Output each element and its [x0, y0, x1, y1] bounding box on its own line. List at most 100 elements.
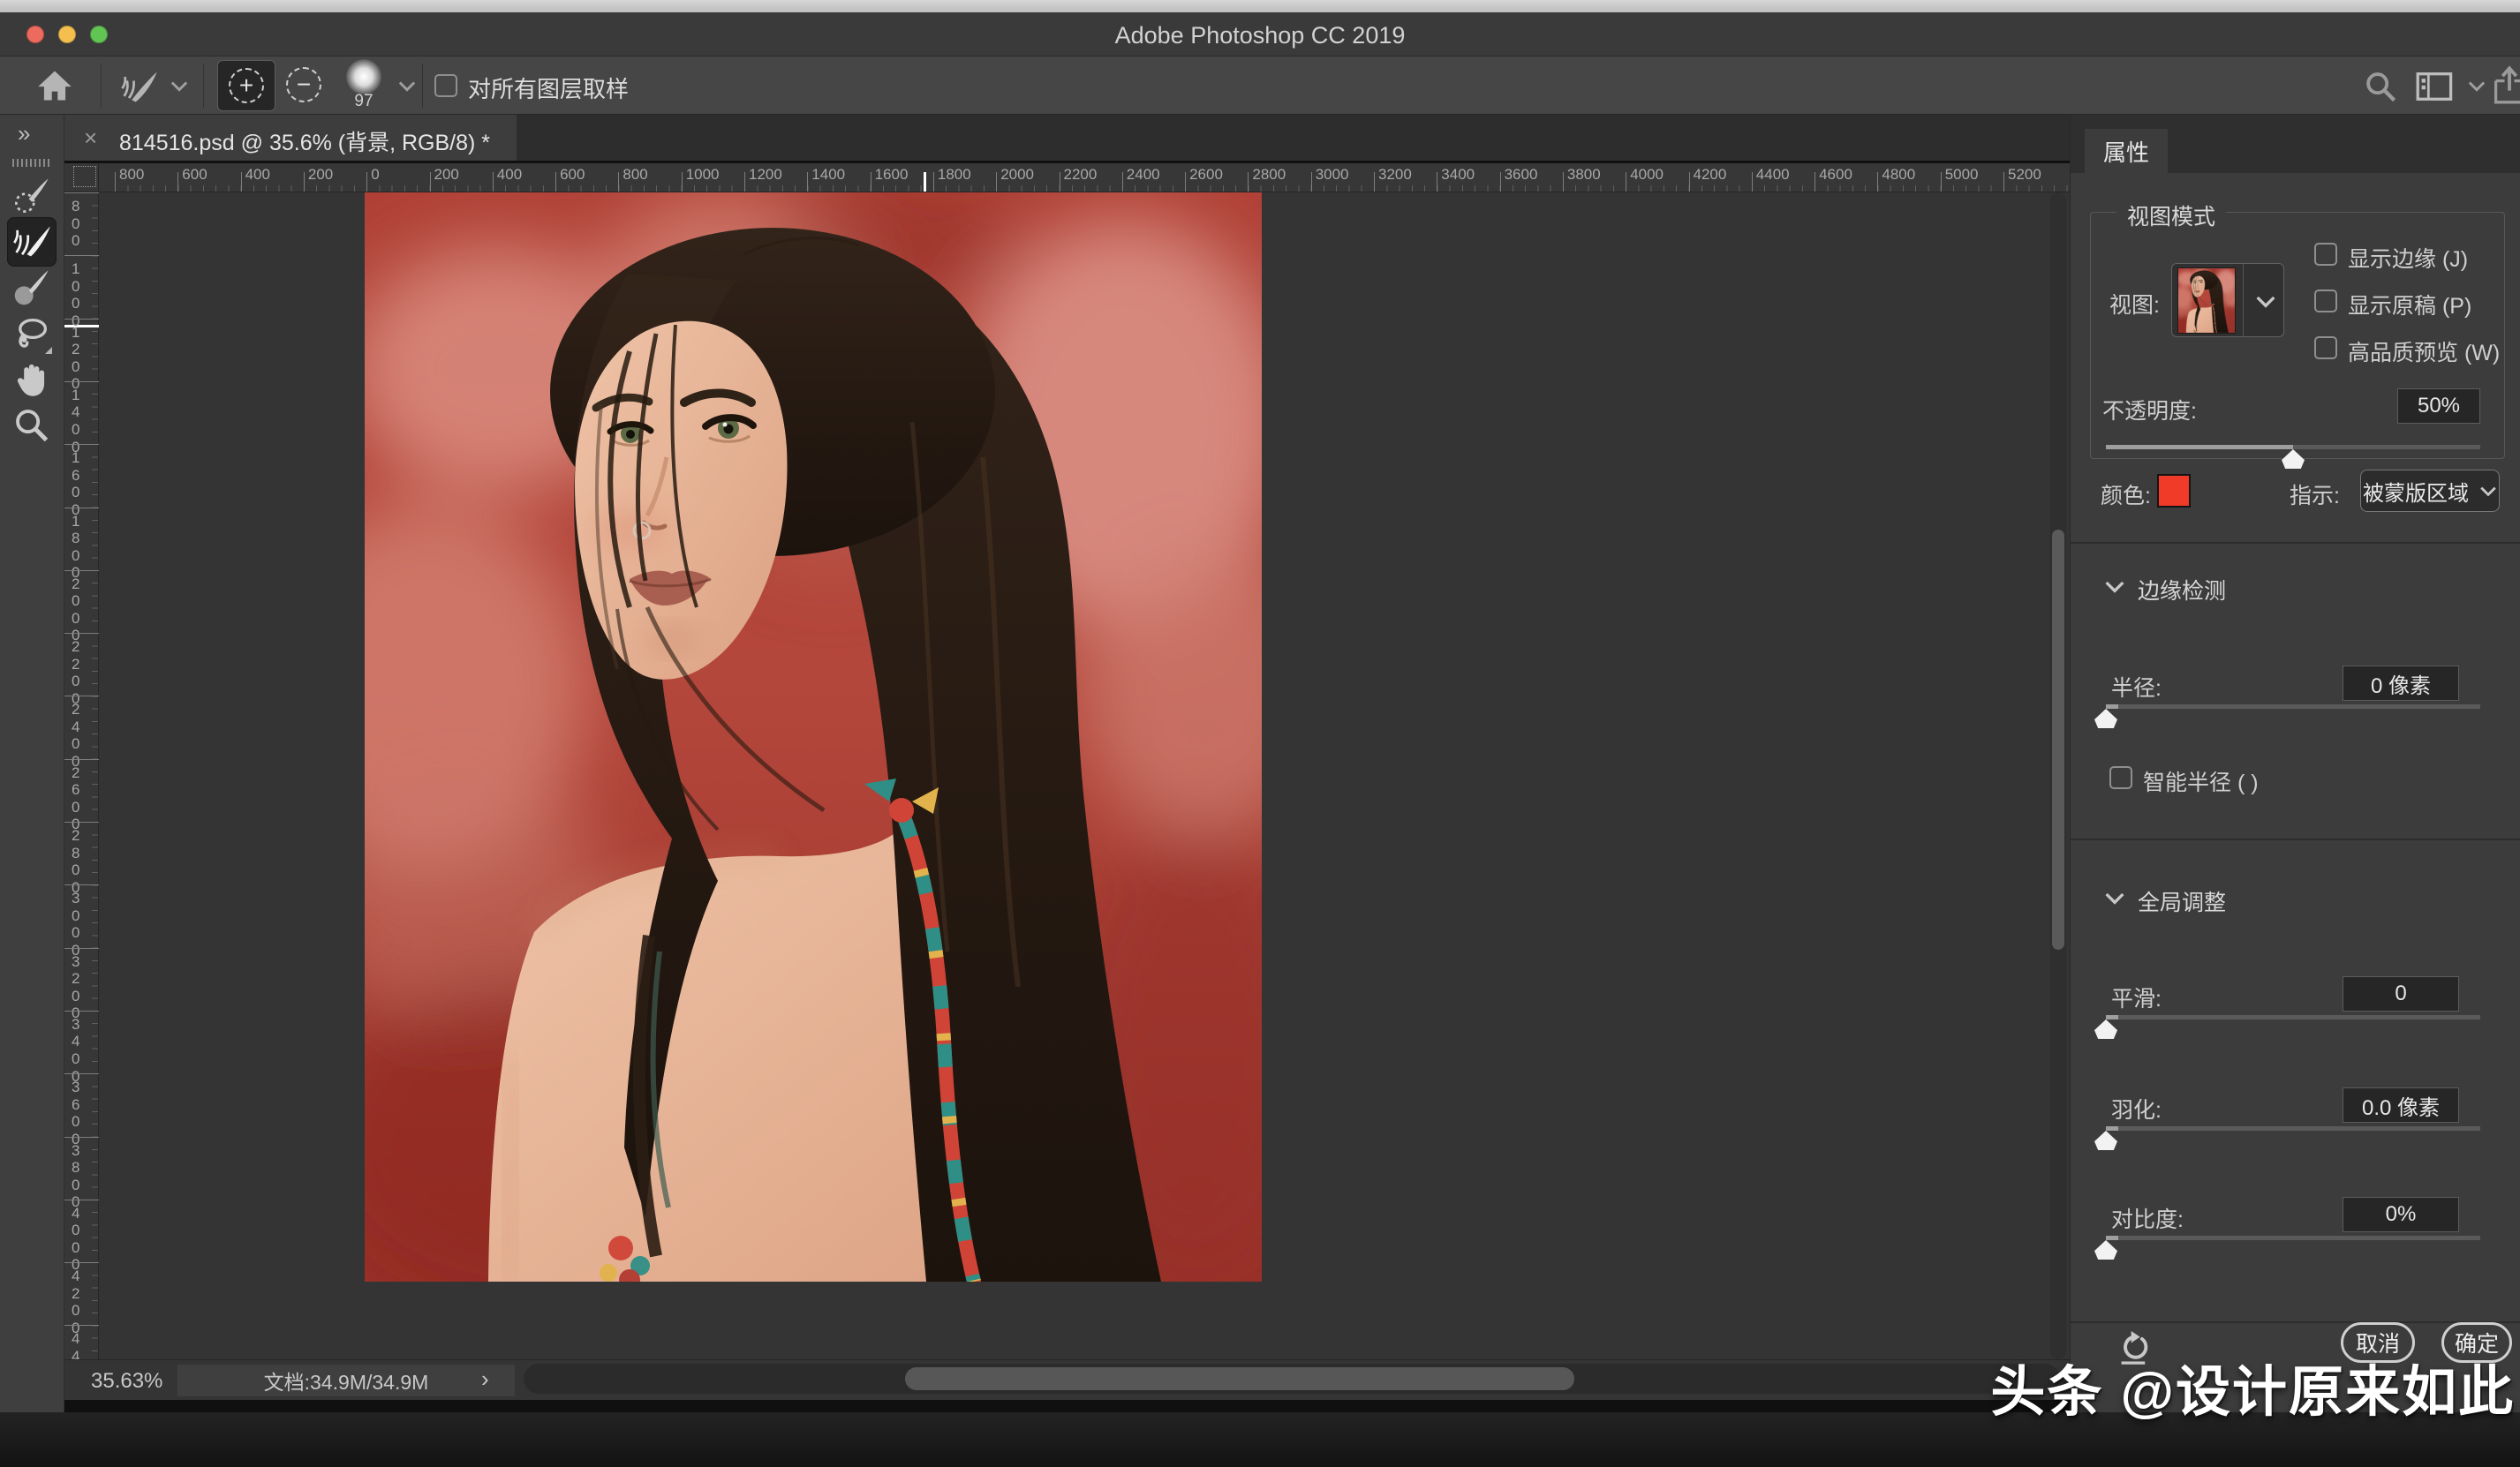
ruler-tick: [64, 822, 99, 823]
radius-slider[interactable]: [2106, 699, 2480, 726]
ruler-corner[interactable]: [64, 163, 99, 192]
refine-edge-brush-tool-icon[interactable]: [118, 67, 161, 106]
zoom-level[interactable]: 35.63%: [91, 1369, 162, 1394]
ruler-label: 2 8 0 0: [72, 827, 79, 896]
properties-panel: 属性 视图模式 视图: 显示边缘 (J) 显示原稿 (P) 高品质预览 (W) …: [2070, 115, 2520, 1412]
contrast-slider[interactable]: [2106, 1230, 2480, 1257]
brush-tool[interactable]: [7, 263, 57, 312]
ruler-label: 4800: [1882, 166, 1915, 184]
brush-size-value[interactable]: 97: [341, 92, 387, 111]
vertical-scrollbar-thumb[interactable]: [2052, 530, 2064, 950]
window-title: Adobe Photoshop CC 2019: [0, 22, 2520, 49]
contrast-value-field[interactable]: 0%: [2343, 1197, 2459, 1232]
ruler-label: 2 0 0 0: [72, 576, 79, 644]
brush-size-chevron-icon[interactable]: [397, 79, 417, 92]
quick-selection-tool[interactable]: [7, 171, 57, 221]
ruler-label: 3 8 0 0: [72, 1142, 79, 1211]
show-edge-checkbox[interactable]: [2314, 243, 2337, 266]
search-icon[interactable]: [2363, 69, 2398, 104]
sample-all-layers-checkbox[interactable]: [434, 74, 457, 97]
ruler-tick: [2003, 172, 2004, 192]
lasso-tool[interactable]: [7, 309, 57, 358]
vertical-scrollbar[interactable]: [2050, 192, 2066, 1359]
smooth-slider[interactable]: [2106, 1010, 2480, 1036]
ruler-label: 2200: [1064, 166, 1098, 184]
smart-radius-checkbox[interactable]: [2109, 766, 2132, 789]
divider: [101, 64, 102, 108]
ruler-label: 1400: [811, 166, 845, 184]
indicates-dropdown[interactable]: 被蒙版区域: [2360, 470, 2500, 512]
document-size-field[interactable]: 文档:34.9M/34.9M: [177, 1365, 515, 1396]
divider: [2071, 839, 2520, 840]
refine-edge-brush-tool[interactable]: [7, 217, 57, 267]
ruler-label: 1 8 0 0: [72, 513, 79, 582]
edge-detection-title[interactable]: 边缘检测: [2138, 574, 2226, 606]
hand-tool[interactable]: [7, 355, 57, 404]
workspace-chevron-icon[interactable]: [2467, 79, 2486, 92]
ruler-label: 2400: [1127, 166, 1160, 184]
ruler-tick: [493, 172, 494, 192]
home-icon[interactable]: [35, 68, 74, 103]
document-tab-bar: × 814516.psd @ 35.6% (背景, RGB/8) *: [64, 115, 2070, 161]
edge-detection-chevron-icon[interactable]: [2104, 579, 2125, 593]
status-bar: 35.63% 文档:34.9M/34.9M ›: [64, 1359, 2070, 1400]
global-adjust-title[interactable]: 全局调整: [2138, 885, 2226, 917]
divider: [203, 64, 204, 108]
tool-dropdown-chevron-icon[interactable]: [170, 79, 189, 92]
ruler-label: 2 4 0 0: [72, 701, 79, 770]
properties-tab[interactable]: 属性: [2085, 129, 2168, 173]
ruler-tick: [430, 172, 431, 192]
opacity-value-field[interactable]: 50%: [2397, 388, 2480, 424]
ruler-tick: [618, 172, 619, 192]
ruler-label: 3 6 0 0: [72, 1079, 79, 1147]
contrast-slider-thumb[interactable]: [2094, 1240, 2117, 1260]
ruler-tick: [177, 172, 178, 192]
opacity-slider[interactable]: [2106, 440, 2480, 466]
brush-preview-icon[interactable]: [346, 59, 381, 94]
canvas-viewport[interactable]: [99, 192, 2070, 1359]
ruler-tick: [64, 1011, 99, 1012]
share-icon[interactable]: [2492, 65, 2520, 104]
radius-slider-thumb[interactable]: [2094, 709, 2117, 728]
zoom-tool[interactable]: [7, 401, 57, 450]
feather-slider-thumb[interactable]: [2094, 1131, 2117, 1150]
ruler-tick: [64, 570, 99, 571]
add-to-selection-button[interactable]: +: [217, 60, 275, 111]
ruler-label: 4 2 0 0: [72, 1268, 79, 1336]
ruler-tick: [64, 1073, 99, 1074]
contrast-label: 对比度:: [2111, 1202, 2184, 1234]
radius-value-field[interactable]: 0 像素: [2343, 666, 2459, 701]
ruler-tick: [64, 319, 99, 320]
view-thumbnail: [2178, 268, 2235, 333]
close-tab-icon[interactable]: ×: [84, 124, 97, 152]
smooth-slider-thumb[interactable]: [2094, 1019, 2117, 1039]
horizontal-scrollbar[interactable]: [524, 1364, 2060, 1394]
ruler-origin-icon: [73, 166, 96, 187]
ruler-label: 3400: [1441, 166, 1475, 184]
feather-value-field[interactable]: 0.0 像素: [2343, 1087, 2459, 1123]
ruler-label: 3 4 0 0: [72, 1016, 79, 1085]
panel-grip-icon[interactable]: [12, 159, 51, 167]
ruler-tick: [555, 172, 556, 192]
subtract-from-selection-button[interactable]: −: [286, 67, 321, 102]
workspace-icon[interactable]: [2416, 71, 2455, 102]
document-image[interactable]: [365, 192, 1262, 1282]
ruler-label: 4000: [1630, 166, 1664, 184]
ruler-label: 5200: [2008, 166, 2041, 184]
feather-slider[interactable]: [2106, 1121, 2480, 1147]
ruler-tick: [1248, 172, 1249, 192]
ruler-label: 5000: [1945, 166, 1979, 184]
opacity-slider-thumb[interactable]: [2282, 449, 2305, 469]
document-tab[interactable]: × 814516.psd @ 35.6% (背景, RGB/8) *: [64, 115, 517, 161]
show-original-checkbox[interactable]: [2314, 290, 2337, 312]
overlay-color-swatch[interactable]: [2157, 474, 2191, 508]
horizontal-scrollbar-thumb[interactable]: [905, 1367, 1574, 1390]
collapse-panel-icon[interactable]: »: [18, 120, 27, 147]
ruler-label: 1200: [749, 166, 782, 184]
view-mode-selector[interactable]: [2171, 263, 2284, 337]
ruler-tick: [304, 172, 305, 192]
high-quality-preview-checkbox[interactable]: [2314, 336, 2337, 359]
smooth-value-field[interactable]: 0: [2343, 976, 2459, 1012]
status-expand-icon[interactable]: ›: [481, 1365, 489, 1393]
global-adjust-chevron-icon[interactable]: [2104, 891, 2125, 905]
